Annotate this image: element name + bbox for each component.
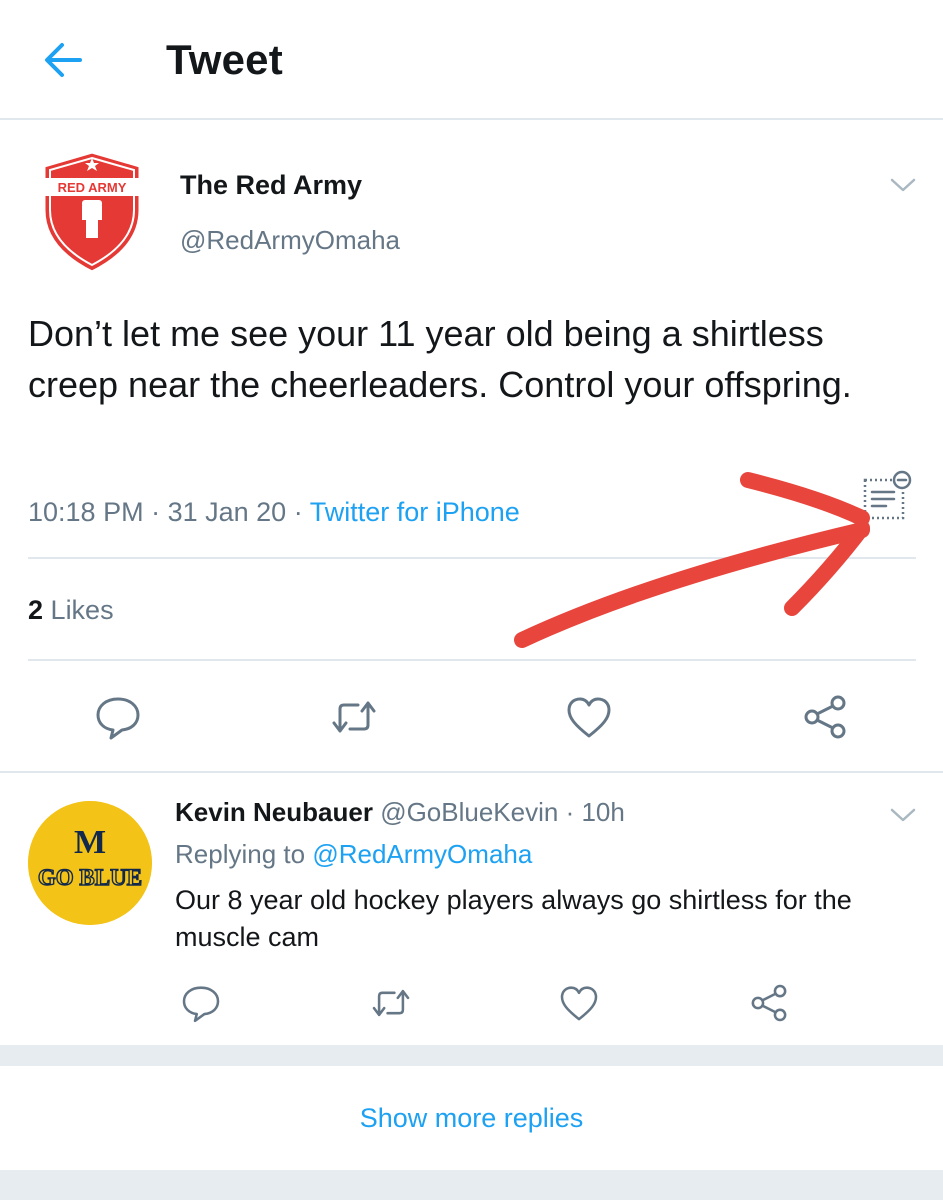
author-name[interactable]: The Red Army bbox=[180, 170, 362, 201]
tweet-time: 10:18 PM bbox=[28, 497, 144, 527]
heart-icon bbox=[567, 697, 611, 738]
reply-retweet-button[interactable] bbox=[366, 978, 417, 1029]
share-icon bbox=[751, 984, 787, 1022]
avatar-logo-text: GO BLUE bbox=[38, 865, 142, 890]
share-icon bbox=[804, 695, 846, 739]
reply-text: Our 8 year old hockey players always go … bbox=[175, 885, 852, 952]
reply-author-name[interactable]: Kevin Neubauer bbox=[175, 797, 373, 827]
tweet-text: Don’t let me see your 11 year old being … bbox=[28, 313, 852, 405]
red-annotation-arrow bbox=[514, 472, 870, 648]
heart-icon bbox=[560, 986, 598, 1021]
replying-to: Replying to @RedArmyOmaha bbox=[175, 839, 533, 869]
like-button[interactable] bbox=[559, 687, 619, 747]
reply-time: · 10h bbox=[565, 797, 625, 827]
retweet-icon bbox=[372, 989, 410, 1017]
chevron-down-icon bbox=[890, 178, 916, 192]
share-button[interactable] bbox=[795, 687, 855, 747]
author-handle[interactable]: @RedArmyOmaha bbox=[180, 225, 400, 256]
section-separator bbox=[0, 1170, 943, 1200]
chevron-down-icon bbox=[890, 808, 916, 822]
tweet-metadata: 10:18 PM · 31 Jan 20 · Twitter for iPhon… bbox=[28, 497, 520, 527]
speech-bubble-icon bbox=[96, 697, 140, 740]
tweet-source-link[interactable]: Twitter for iPhone bbox=[310, 497, 520, 527]
retweet-icon bbox=[332, 701, 376, 733]
tweet-menu-button[interactable] bbox=[888, 170, 918, 200]
avatar-letter: M bbox=[74, 824, 106, 861]
reply-like-button[interactable] bbox=[554, 978, 605, 1029]
reply-button[interactable] bbox=[88, 687, 148, 747]
likes-count[interactable]: 2 Likes bbox=[28, 595, 114, 626]
tweet-date: 31 Jan 20 bbox=[167, 497, 287, 527]
avatar[interactable]: M GO BLUE bbox=[28, 801, 152, 925]
arrow-left-icon bbox=[45, 43, 82, 77]
retweet-button[interactable] bbox=[324, 687, 384, 747]
page-title: Tweet bbox=[166, 36, 283, 83]
reply-author[interactable]: Kevin Neubauer @GoBlueKevin · 10h bbox=[175, 797, 625, 828]
avatar[interactable]: RED ARMY bbox=[36, 148, 148, 276]
show-more-replies-link[interactable]: Show more replies bbox=[0, 1066, 943, 1170]
reply-author-handle[interactable]: @GoBlueKevin bbox=[380, 797, 558, 827]
reply-share-button[interactable] bbox=[744, 978, 795, 1029]
back-button[interactable] bbox=[36, 36, 92, 84]
reply-menu-button[interactable] bbox=[888, 800, 918, 830]
replying-to-link[interactable]: @RedArmyOmaha bbox=[312, 839, 532, 869]
top-bar: Tweet bbox=[0, 0, 943, 120]
reply-reply-button[interactable] bbox=[176, 978, 227, 1029]
divider bbox=[0, 771, 943, 773]
section-separator bbox=[0, 1045, 943, 1066]
avatar-logo-text: RED ARMY bbox=[58, 180, 127, 195]
speech-bubble-icon bbox=[182, 986, 220, 1023]
